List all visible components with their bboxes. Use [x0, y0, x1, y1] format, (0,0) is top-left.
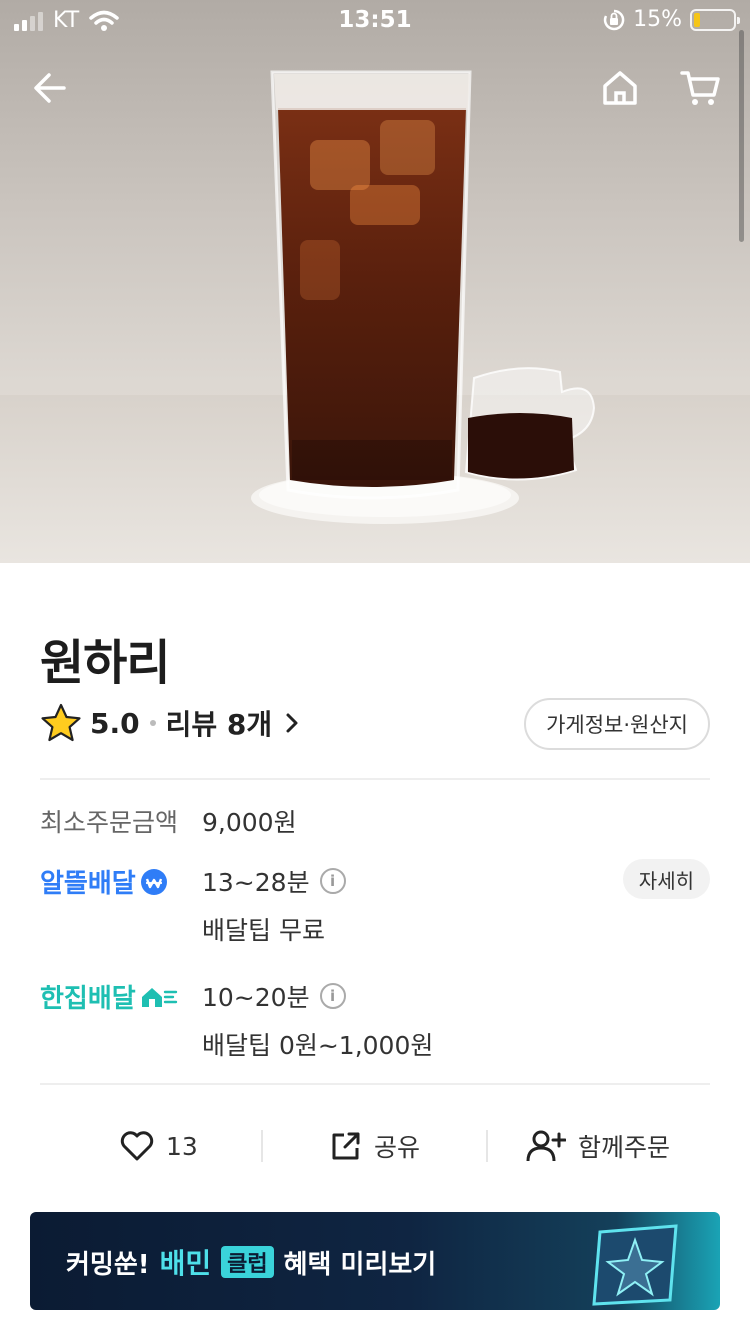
store-info-button[interactable]: 가게정보·원산지	[524, 698, 710, 750]
star-icon	[41, 703, 81, 742]
like-count: 13	[166, 1131, 198, 1161]
status-bar: KT 13:51 15%	[0, 0, 750, 40]
thrifty-badge-icon	[140, 868, 167, 895]
back-button[interactable]	[28, 66, 72, 110]
thrifty-delivery-label: 알뜰배달	[40, 863, 168, 900]
like-button[interactable]: 13	[120, 1118, 198, 1174]
min-order-value: 9,000원	[202, 808, 297, 837]
group-order-label: 함께주문	[578, 1133, 671, 1162]
rating-row: 5.0 리뷰 8개	[40, 701, 304, 745]
battery-icon	[690, 8, 740, 31]
separator-dot	[149, 720, 156, 726]
single-delivery-time: 10~20분	[202, 983, 310, 1012]
scroll-indicator[interactable]	[739, 30, 744, 242]
single-delivery-brand: 한집배달	[40, 984, 136, 1014]
home-button[interactable]	[598, 66, 642, 110]
divider	[40, 1083, 710, 1085]
share-label: 공유	[374, 1133, 421, 1162]
orientation-lock-icon	[603, 9, 625, 30]
chevron-right-icon	[286, 713, 298, 733]
min-order-label: 최소주문금액	[40, 808, 179, 837]
share-icon	[332, 1132, 360, 1160]
banner-club: 클럽	[221, 1246, 274, 1278]
info-icon[interactable]: i	[319, 983, 346, 1009]
share-button[interactable]: 공유	[330, 1118, 420, 1174]
cart-button[interactable]	[678, 66, 722, 110]
club-badge-graphic	[592, 1224, 678, 1306]
banner-suffix: 혜택 미리보기	[283, 1249, 437, 1280]
battery-percent: 15%	[633, 7, 682, 32]
single-delivery-house-icon	[141, 987, 177, 1007]
cart-icon	[680, 71, 720, 105]
single-delivery-tip: 배달팁 0원~1,000원	[202, 1031, 434, 1060]
info-icon[interactable]: i	[319, 868, 346, 894]
banner-prefix: 커밍쑨!	[66, 1249, 150, 1280]
home-icon	[603, 71, 637, 105]
thrifty-delivery-time: 13~28분	[202, 868, 310, 897]
thrifty-delivery-tip: 배달팁 무료	[202, 916, 325, 945]
review-link[interactable]: 리뷰 8개	[166, 703, 305, 743]
banner-brand: 배민	[159, 1247, 212, 1280]
single-delivery-time-row: 10~20분 i	[202, 978, 346, 1014]
review-count-label: 리뷰 8개	[165, 708, 273, 741]
action-separator	[486, 1130, 488, 1162]
thrifty-delivery-brand: 알뜰배달	[40, 869, 136, 899]
heart-icon	[120, 1131, 154, 1161]
single-delivery-label: 한집배달	[40, 978, 178, 1015]
baemin-club-banner[interactable]: 커밍쑨! 배민 클럽 혜택 미리보기	[30, 1212, 720, 1310]
arrow-left-icon	[34, 73, 66, 103]
store-name: 원하리	[40, 635, 170, 691]
group-order-button[interactable]: 함께주문	[526, 1118, 670, 1174]
action-separator	[261, 1130, 263, 1162]
thrifty-delivery-time-row: 13~28분 i	[202, 863, 346, 899]
banner-text: 커밍쑨! 배민 클럽 혜택 미리보기	[66, 1242, 436, 1282]
add-person-icon	[526, 1130, 566, 1162]
delivery-detail-button[interactable]: 자세히	[622, 859, 710, 899]
divider	[40, 778, 710, 780]
product-hero-image: KT 13:51 15%	[0, 0, 750, 563]
action-row: 13 공유 함께주문	[0, 1118, 750, 1174]
status-right: 15%	[603, 7, 740, 32]
rating-value: 5.0	[90, 706, 140, 740]
battery-level	[694, 12, 700, 27]
store-content: 원하리 5.0 리뷰 8개 가게정보·원산지 최소주문금액 9,000원 알뜰배…	[0, 563, 750, 1334]
